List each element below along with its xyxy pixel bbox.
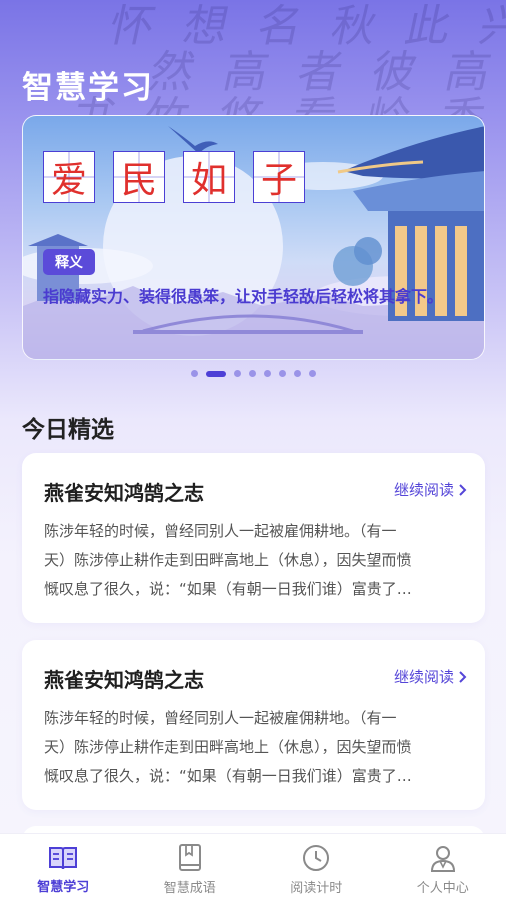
- article-excerpt: 陈涉年轻的时候，曾经同别人一起被雇佣耕地。（有一 天）陈涉停止耕作走到田畔高地上…: [44, 517, 464, 604]
- article-title: 燕雀安知鸿鹄之志: [44, 481, 204, 505]
- excerpt-line: 慨叹息了很久，说：“如果（有朝一日我们谁）富贵了…: [44, 580, 412, 598]
- carousel-dot[interactable]: [263, 370, 271, 377]
- page-title: 智慧学习: [22, 70, 154, 106]
- continue-reading-link[interactable]: 继续阅读: [394, 479, 467, 500]
- continue-reading-label: 继续阅读: [393, 668, 454, 686]
- article-title: 燕雀安知鸿鹄之志: [44, 668, 204, 692]
- meaning-tag: 释义: [43, 249, 95, 275]
- meaning-text: 指隐藏实力、装得很愚笨，让对手轻敌后轻松将其拿下。: [43, 287, 444, 306]
- idiom-characters: 爱 民 如 子: [43, 151, 305, 203]
- tab-label: 智慧成语: [163, 880, 216, 896]
- chevron-right-icon: [459, 483, 467, 496]
- continue-reading-link[interactable]: 继续阅读: [394, 666, 467, 687]
- tab-personal-center[interactable]: 个人中心: [380, 834, 506, 900]
- carousel-dot[interactable]: [248, 370, 256, 377]
- carousel-indicator: [0, 370, 506, 377]
- tab-reading-timer[interactable]: 阅读计时: [253, 834, 380, 900]
- tab-label: 阅读计时: [290, 880, 343, 896]
- tab-wisdom-learning[interactable]: 智慧学习: [0, 834, 127, 900]
- carousel-dot[interactable]: [190, 370, 198, 377]
- carousel-dot[interactable]: [293, 370, 301, 377]
- idiom-char-box: 如: [183, 151, 235, 203]
- article-card[interactable]: 燕雀安知鸿鹄之志 继续阅读 陈涉年轻的时候，曾经同别人一起被雇佣耕地。（有一 天…: [22, 453, 485, 623]
- continue-reading-label: 继续阅读: [393, 481, 454, 499]
- article-excerpt: 陈涉年轻的时候，曾经同别人一起被雇佣耕地。（有一 天）陈涉停止耕作走到田畔高地上…: [44, 704, 464, 791]
- clock-icon: [303, 844, 330, 871]
- carousel-dot-active[interactable]: [205, 370, 226, 377]
- idiom-char-box: 爱: [43, 151, 95, 203]
- chevron-right-icon: [459, 670, 467, 683]
- excerpt-line: 天）陈涉停止耕作走到田畔高地上（休息），因失望而愤: [44, 551, 412, 569]
- section-title: 今日精选: [22, 417, 114, 443]
- bottom-tab-bar: 智慧学习 智慧成语 阅读计时 个人中心: [0, 833, 506, 900]
- open-book-icon: [49, 846, 78, 869]
- idiom-char-box: 民: [113, 151, 165, 203]
- carousel-dot[interactable]: [308, 370, 316, 377]
- excerpt-line: 陈涉年轻的时候，曾经同别人一起被雇佣耕地。（有一: [44, 709, 397, 727]
- tab-label: 智慧学习: [37, 879, 90, 895]
- idiom-banner-carousel[interactable]: 爱 民 如 子 释义 指隐藏实力、装得很愚笨，让对手轻敌后轻松将其拿下。: [22, 115, 485, 360]
- calligraphy-line: 然 高 者 彼 高 以 赤 舟: [144, 47, 506, 98]
- user-icon: [430, 845, 455, 872]
- calligraphy-line: 怀 想 名 秋 此 兴 来 发 波: [104, 1, 506, 52]
- closed-book-icon: [178, 843, 201, 871]
- tab-label: 个人中心: [416, 880, 469, 896]
- tab-wisdom-idioms[interactable]: 智慧成语: [127, 834, 254, 900]
- carousel-dot[interactable]: [233, 370, 241, 377]
- article-card[interactable]: 燕雀安知鸿鹄之志 继续阅读 陈涉年轻的时候，曾经同别人一起被雇佣耕地。（有一 天…: [22, 640, 485, 810]
- idiom-char-box: 子: [253, 151, 305, 203]
- excerpt-line: 陈涉年轻的时候，曾经同别人一起被雇佣耕地。（有一: [44, 522, 397, 540]
- excerpt-line: 天）陈涉停止耕作走到田畔高地上（休息），因失望而愤: [44, 738, 412, 756]
- excerpt-line: 慨叹息了很久，说：“如果（有朝一日我们谁）富贵了…: [44, 767, 412, 785]
- carousel-dot[interactable]: [278, 370, 286, 377]
